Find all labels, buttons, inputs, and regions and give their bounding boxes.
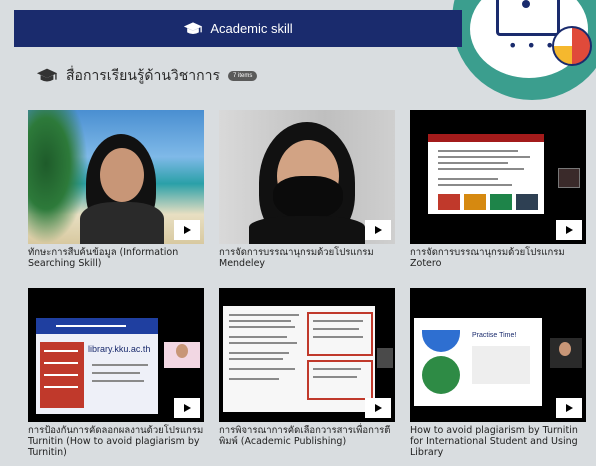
category-header: Academic skill: [14, 10, 462, 47]
play-button[interactable]: [174, 398, 200, 418]
play-icon: [375, 404, 382, 412]
video-thumbnail[interactable]: [410, 110, 586, 244]
play-icon: [566, 226, 573, 234]
video-card[interactable]: การจัดการบรรณานุกรมด้วยโปรแกรม Mendeley: [219, 110, 395, 269]
item-count-badge: 7 items: [228, 71, 258, 81]
video-card[interactable]: Practise Time! How to avoid plagiarism b…: [410, 288, 586, 458]
video-thumbnail[interactable]: [219, 288, 395, 422]
video-thumbnail[interactable]: [219, 110, 395, 244]
play-icon: [566, 404, 573, 412]
play-button[interactable]: [556, 220, 582, 240]
video-caption[interactable]: การจัดการบรรณานุกรมด้วยโปรแกรม Zotero: [410, 247, 586, 269]
slide-practice-title: Practise Time!: [472, 332, 517, 339]
video-caption[interactable]: การป้องกันการคัดลอกผลงานด้วยโปรแกรม Turn…: [28, 425, 204, 458]
video-caption[interactable]: How to avoid plagiarism by Turnitin for …: [410, 425, 586, 458]
video-caption[interactable]: การพิจารณาการคัดเลือกวารสารเพื่อการตีพิม…: [219, 425, 395, 447]
video-caption[interactable]: การจัดการบรรณานุกรมด้วยโปรแกรม Mendeley: [219, 247, 395, 269]
play-icon: [184, 226, 191, 234]
play-icon: [184, 404, 191, 412]
video-card[interactable]: การพิจารณาการคัดเลือกวารสารเพื่อการตีพิม…: [219, 288, 395, 447]
graduation-cap-icon: [184, 21, 203, 34]
corner-illustration: • • •: [452, 0, 596, 100]
play-button[interactable]: [365, 398, 391, 418]
category-title: Academic skill: [210, 21, 293, 36]
video-card[interactable]: ทักษะการสืบค้นข้อมูล (Information Search…: [28, 110, 204, 269]
play-button[interactable]: [174, 220, 200, 240]
graduation-cap-icon: [36, 68, 58, 82]
play-button[interactable]: [365, 220, 391, 240]
play-icon: [375, 226, 382, 234]
video-card[interactable]: library.kku.ac.th การป้องกันการคัดลอกผลง…: [28, 288, 204, 458]
section-heading: สื่อการเรียนรู้ด้านวิชาการ 7 items: [36, 64, 258, 88]
section-title: สื่อการเรียนรู้ด้านวิชาการ: [66, 68, 221, 84]
video-thumbnail[interactable]: [28, 110, 204, 244]
video-card[interactable]: การจัดการบรรณานุกรมด้วยโปรแกรม Zotero: [410, 110, 586, 269]
play-button[interactable]: [556, 398, 582, 418]
video-caption[interactable]: ทักษะการสืบค้นข้อมูล (Information Search…: [28, 247, 204, 269]
video-thumbnail[interactable]: library.kku.ac.th: [28, 288, 204, 422]
video-thumbnail[interactable]: Practise Time!: [410, 288, 586, 422]
slide-url-text: library.kku.ac.th: [88, 344, 151, 354]
